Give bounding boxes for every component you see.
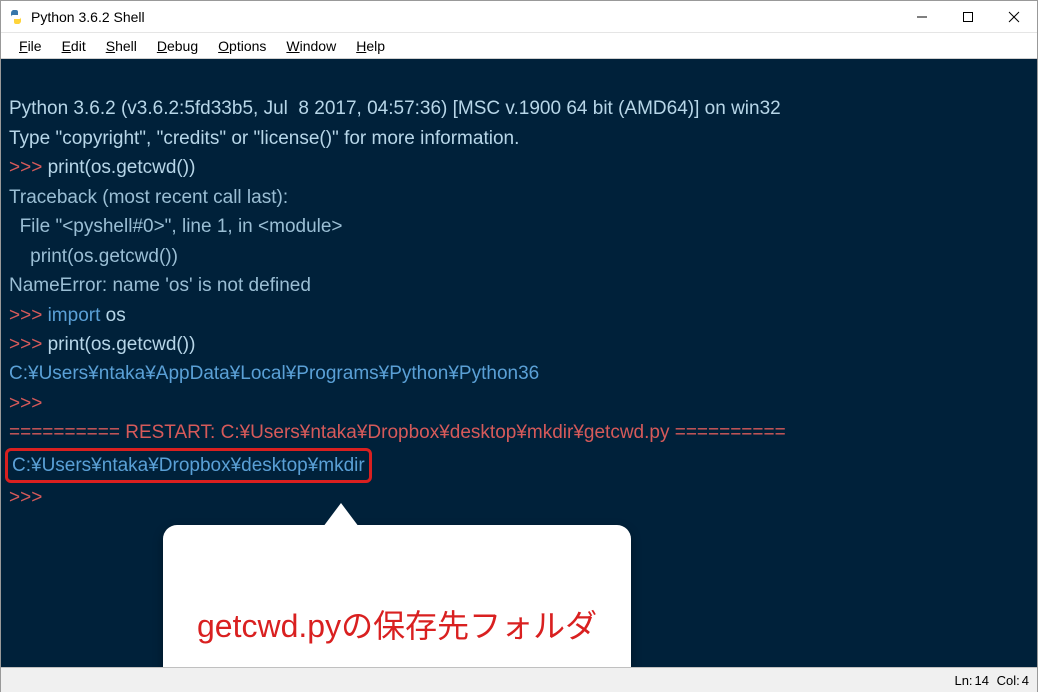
menubar: File Edit Shell Debug Options Window Hel… (1, 33, 1037, 59)
prompt: >>> (9, 393, 48, 414)
console-cmd: print(os.getcwd()) (48, 157, 196, 178)
close-button[interactable] (991, 1, 1037, 33)
console-area[interactable]: Python 3.6.2 (v3.6.2:5fd33b5, Jul 8 2017… (1, 59, 1037, 667)
menu-file[interactable]: File (9, 36, 52, 56)
prompt: >>> (9, 334, 48, 355)
console-output: C:¥Users¥ntaka¥AppData¥Local¥Programs¥Py… (9, 363, 539, 384)
menu-edit[interactable]: Edit (52, 36, 96, 56)
menu-window[interactable]: Window (276, 36, 346, 56)
annotation-callout: getcwd.pyの保存先フォルダ (163, 525, 631, 667)
callout-text: getcwd.pyの保存先フォルダ (197, 602, 597, 652)
menu-options[interactable]: Options (208, 36, 276, 56)
menu-shell[interactable]: Shell (96, 36, 147, 56)
status-col-label: Col: (997, 673, 1020, 688)
window-controls (899, 1, 1037, 32)
menu-help[interactable]: Help (346, 36, 395, 56)
traceback-line: NameError: name 'os' is not defined (9, 275, 311, 296)
maximize-button[interactable] (945, 1, 991, 33)
status-ln-label: Ln: (954, 673, 972, 688)
traceback-line: Traceback (most recent call last): (9, 187, 288, 208)
prompt: >>> (9, 487, 48, 508)
keyword-import: import (48, 305, 101, 326)
console-banner: Python 3.6.2 (v3.6.2:5fd33b5, Jul 8 2017… (9, 98, 781, 119)
titlebar: Python 3.6.2 Shell (1, 1, 1037, 33)
console-cmd: print(os.getcwd()) (48, 334, 196, 355)
minimize-button[interactable] (899, 1, 945, 33)
traceback-line: print(os.getcwd()) (9, 246, 178, 267)
restart-line: ========== RESTART: C:¥Users¥ntaka¥Dropb… (9, 422, 786, 443)
app-icon (7, 8, 25, 26)
prompt: >>> (9, 305, 48, 326)
console-banner2: Type "copyright", "credits" or "license(… (9, 128, 519, 149)
traceback-line: File "<pyshell#0>", line 1, in <module> (9, 216, 343, 237)
status-col-value: 4 (1022, 673, 1029, 688)
window-title: Python 3.6.2 Shell (31, 9, 899, 25)
statusbar: Ln: 14 Col: 4 (1, 667, 1037, 692)
prompt: >>> (9, 157, 48, 178)
status-ln-value: 14 (975, 673, 989, 688)
console-text: os (100, 305, 125, 326)
menu-debug[interactable]: Debug (147, 36, 208, 56)
highlighted-output: C:¥Users¥ntaka¥Dropbox¥desktop¥mkdir (5, 448, 372, 483)
